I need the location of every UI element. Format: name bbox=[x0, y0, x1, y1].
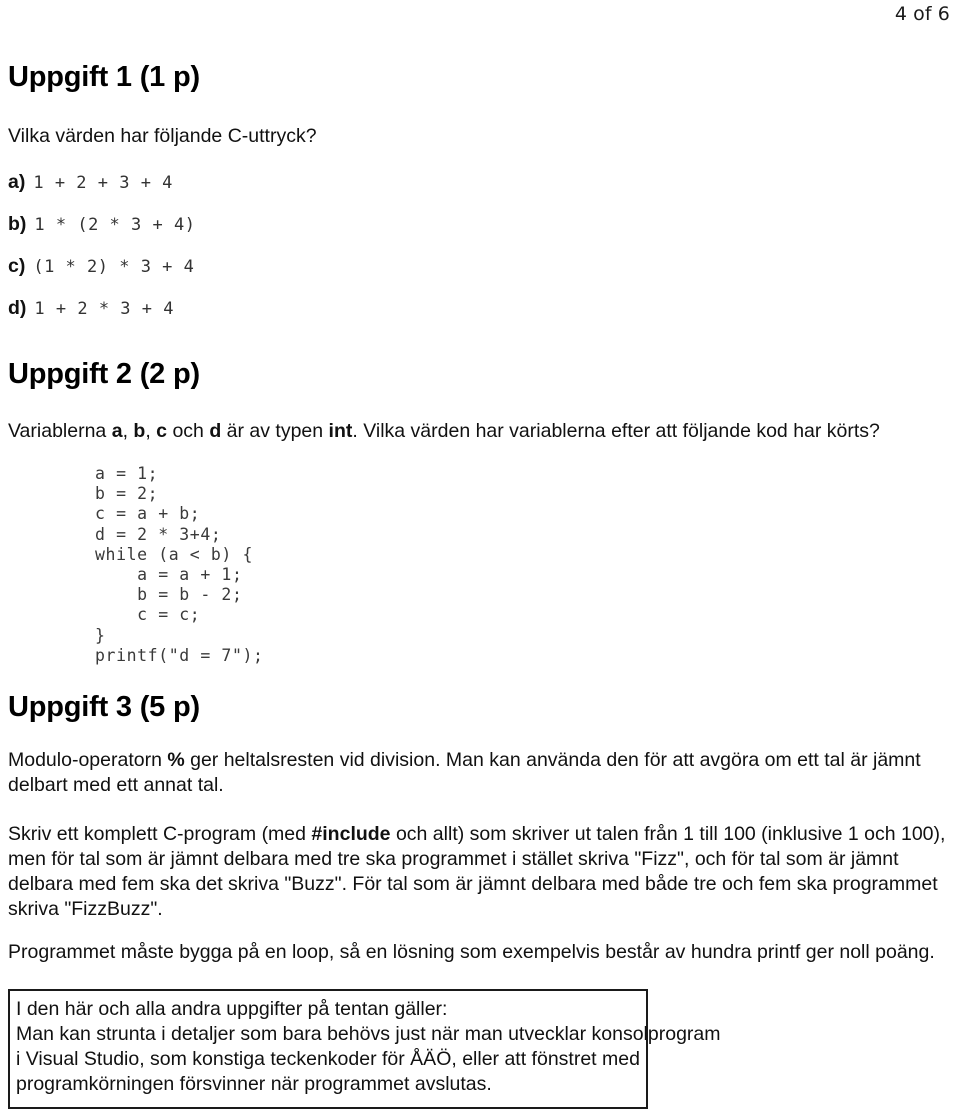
task-2-intro: Variablerna a, b, c och d är av typen in… bbox=[8, 419, 952, 444]
task-1-intro: Vilka värden har följande C-uttryck? bbox=[8, 125, 317, 147]
variable-a: a bbox=[111, 420, 123, 442]
note-line: I den här och alla andra uppgifter på te… bbox=[16, 998, 448, 1021]
expression-code: 1 + 2 * 3 + 4 bbox=[34, 299, 174, 319]
task-3-paragraph-1: Modulo-operatorn % ger heltalsresten vid… bbox=[8, 748, 952, 798]
modulo-intro: Modulo-operatorn bbox=[8, 749, 168, 772]
expression-label: c) bbox=[8, 255, 26, 277]
sep-3: och bbox=[167, 420, 210, 442]
list-item: d) 1 + 2 * 3 + 4 bbox=[8, 297, 952, 339]
page-content: Uppgift 1 (1 p) Vilka värden har följand… bbox=[8, 0, 952, 1109]
sep-1: , bbox=[122, 420, 134, 442]
task-3-paragraph-2: Skriv ett komplett C-program (med #inclu… bbox=[8, 822, 952, 922]
exam-page: 4 of 6 Uppgift 1 (1 p) Vilka värden har … bbox=[0, 0, 960, 1109]
task-2-intro-part2: är av typen bbox=[221, 420, 329, 442]
fizzbuzz-part1: Skriv ett komplett C-program (med bbox=[8, 823, 312, 846]
list-item: c) (1 * 2) * 3 + 4 bbox=[8, 255, 952, 297]
percent-operator: % bbox=[167, 749, 185, 772]
task-2-intro-part1: Variablerna bbox=[8, 420, 112, 442]
expression-code: 1 * (2 * 3 + 4) bbox=[34, 215, 196, 235]
expression-label: b) bbox=[8, 213, 27, 235]
expression-label: a) bbox=[8, 171, 26, 193]
variable-b: b bbox=[133, 420, 146, 442]
type-int: int bbox=[328, 420, 353, 442]
note-line: programkörningen försvinner när programm… bbox=[16, 1073, 492, 1096]
list-item: a) 1 + 2 + 3 + 4 bbox=[8, 171, 952, 213]
include-directive: #include bbox=[311, 823, 391, 846]
task-2-code-block: a = 1; b = 2; c = a + b; d = 2 * 3+4; wh… bbox=[95, 464, 264, 665]
note-line: Man kan strunta i detaljer som bara behö… bbox=[16, 1023, 721, 1046]
exam-note-box: I den här och alla andra uppgifter på te… bbox=[8, 989, 721, 1109]
task-3-heading: Uppgift 3 (5 p) bbox=[8, 691, 200, 724]
task-2-intro-part3: . Vilka värden har variablerna efter att… bbox=[352, 420, 880, 442]
expression-label: d) bbox=[8, 297, 27, 319]
variable-c: c bbox=[156, 420, 168, 442]
expression-code: 1 + 2 + 3 + 4 bbox=[33, 173, 173, 193]
task-1-heading: Uppgift 1 (1 p) bbox=[8, 61, 200, 93]
list-item: b) 1 * (2 * 3 + 4) bbox=[8, 213, 952, 255]
task-2-heading: Uppgift 2 (2 p) bbox=[8, 358, 200, 390]
expression-list: a) 1 + 2 + 3 + 4 b) 1 * (2 * 3 + 4) c) (… bbox=[8, 171, 952, 339]
note-line: i Visual Studio, som konstiga teckenkode… bbox=[16, 1048, 640, 1071]
variable-d: d bbox=[209, 420, 222, 442]
task-3-paragraph-3: Programmet måste bygga på en loop, så en… bbox=[8, 941, 935, 964]
expression-code: (1 * 2) * 3 + 4 bbox=[33, 257, 195, 277]
sep-2: , bbox=[145, 420, 157, 442]
